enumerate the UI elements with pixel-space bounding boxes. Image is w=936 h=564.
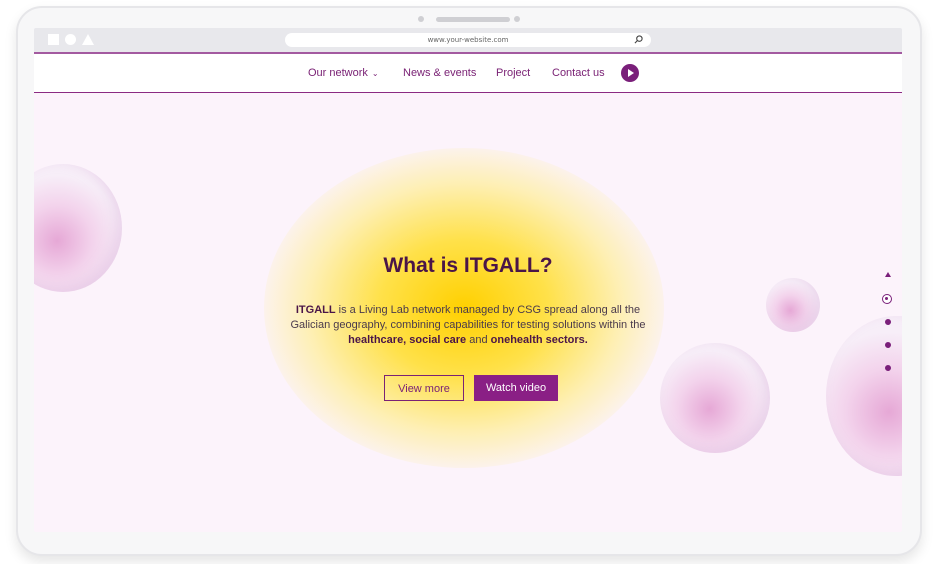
nav-our-network-label: Our network xyxy=(308,67,368,79)
desc-bold-sectors: healthcare, social care xyxy=(348,334,467,346)
triangle-icon[interactable] xyxy=(82,34,94,45)
hero-title: What is ITGALL? xyxy=(383,254,553,277)
chevron-down-icon: ⌄ xyxy=(371,68,379,78)
circle-icon[interactable] xyxy=(65,34,76,45)
desc-text-1: is a Living Lab network managed by CSG s… xyxy=(290,304,646,331)
pagination-dot-4[interactable] xyxy=(885,365,891,371)
arrow-up-icon[interactable] xyxy=(885,272,891,277)
search-icon[interactable] xyxy=(634,35,643,44)
nav-contact-us[interactable]: Contact us xyxy=(552,67,605,79)
play-icon[interactable] xyxy=(621,64,639,82)
view-more-button[interactable]: View more xyxy=(384,375,464,401)
speaker-slot xyxy=(436,17,510,22)
hero-description: ITGALL is a Living Lab network managed b… xyxy=(278,303,658,348)
bubble-medium-right xyxy=(660,343,770,453)
site-nav: Our network ⌄ News & events Project Conta… xyxy=(34,54,902,93)
bubble-small-right xyxy=(766,278,820,332)
watch-video-button[interactable]: Watch video xyxy=(474,375,558,401)
camera-dot-right xyxy=(514,16,520,22)
desc-text-2: and xyxy=(466,334,491,346)
pagination-dot-1[interactable] xyxy=(882,294,892,304)
nav-project[interactable]: Project xyxy=(496,67,530,79)
address-bar-text: www.your-website.com xyxy=(427,36,509,44)
browser-window: www.your-website.com Our network ⌄ News &… xyxy=(34,28,902,532)
pagination-dot-3[interactable] xyxy=(885,342,891,348)
bubble-large-right xyxy=(826,316,902,476)
nav-our-network[interactable]: Our network ⌄ xyxy=(308,67,379,79)
address-bar[interactable]: www.your-website.com xyxy=(285,33,651,47)
camera-dot-left xyxy=(418,16,424,22)
nav-news-events[interactable]: News & events xyxy=(403,67,476,79)
desc-bold-itgall: ITGALL xyxy=(295,304,336,316)
square-icon[interactable] xyxy=(48,34,59,45)
desc-bold-onehealth: onehealth sectors. xyxy=(490,334,588,346)
pagination-dot-2[interactable] xyxy=(885,319,891,325)
browser-chrome: www.your-website.com xyxy=(34,28,902,54)
